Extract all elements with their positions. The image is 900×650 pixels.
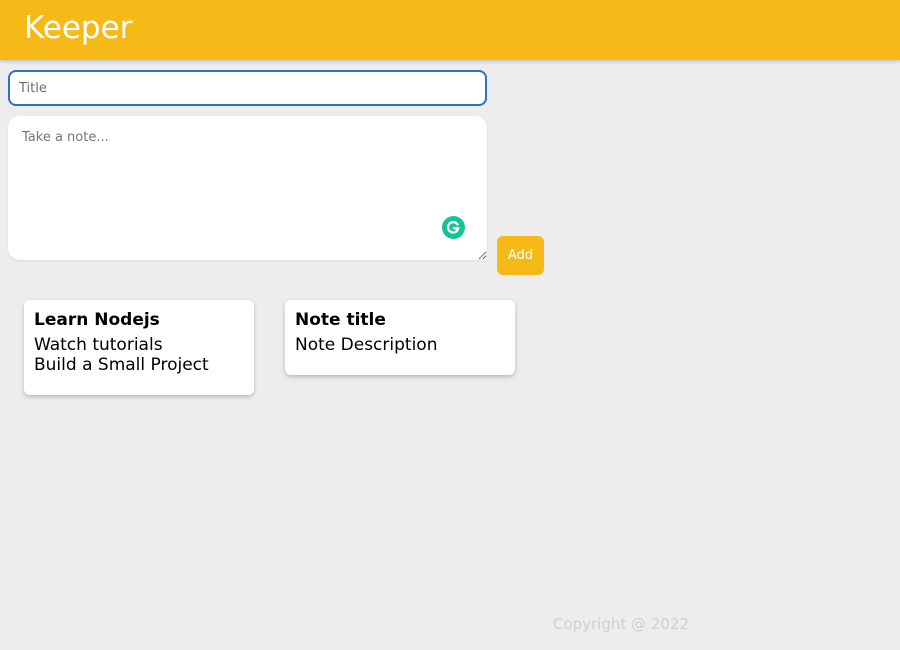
note-title: Learn Nodejs xyxy=(34,310,160,330)
note-content: Watch tutorials Build a Small Project xyxy=(34,335,209,375)
note-content: Note Description xyxy=(295,335,438,355)
add-note-button[interactable]: Add xyxy=(497,236,544,275)
title-input[interactable] xyxy=(8,70,487,106)
app-header: Keeper xyxy=(0,0,900,60)
note-card: Note title Note Description xyxy=(285,300,515,375)
grammarly-icon-glyph xyxy=(446,221,460,234)
note-card: Learn Nodejs Watch tutorials Build a Sma… xyxy=(24,300,254,395)
grammarly-icon[interactable] xyxy=(442,216,465,239)
note-content-textarea[interactable] xyxy=(8,116,487,260)
note-title: Note title xyxy=(295,310,386,330)
app-title: Keeper xyxy=(24,10,133,46)
footer-copyright: Copyright @ 2022 xyxy=(553,615,690,633)
